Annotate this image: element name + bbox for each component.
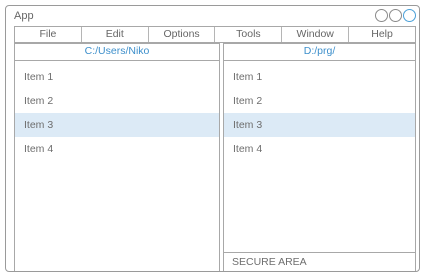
list-item[interactable]: Item 1 <box>15 65 219 89</box>
title-bar: App <box>6 6 419 26</box>
menu-bar: File Edit Options Tools Window Help <box>14 26 416 43</box>
list-item[interactable]: Item 2 <box>15 89 219 113</box>
app-title: App <box>14 10 34 22</box>
list-item-selected[interactable]: Item 3 <box>15 113 219 137</box>
menu-item-edit[interactable]: Edit <box>82 27 149 42</box>
list-item[interactable]: Item 1 <box>224 65 415 89</box>
left-file-list: Item 1 Item 2 Item 3 Item 4 <box>15 65 219 161</box>
maximize-circle-icon[interactable] <box>389 9 402 22</box>
list-item[interactable]: Item 4 <box>15 137 219 161</box>
app-window: App File Edit Options Tools Window Help … <box>5 5 420 272</box>
menu-item-tools[interactable]: Tools <box>215 27 283 42</box>
close-circle-icon[interactable] <box>403 9 416 22</box>
menu-item-help[interactable]: Help <box>349 27 415 42</box>
list-item[interactable]: Item 4 <box>224 137 415 161</box>
window-controls <box>375 9 416 22</box>
right-file-pane: D:/prg/ Item 1 Item 2 Item 3 Item 4 SECU… <box>223 43 416 271</box>
menu-item-options[interactable]: Options <box>149 27 216 42</box>
list-item-selected[interactable]: Item 3 <box>224 113 415 137</box>
right-pane-path[interactable]: D:/prg/ <box>224 44 415 61</box>
menu-item-window[interactable]: Window <box>282 27 350 42</box>
left-file-pane: C:/Users/Niko Item 1 Item 2 Item 3 Item … <box>14 43 220 271</box>
list-item[interactable]: Item 2 <box>224 89 415 113</box>
menu-item-file[interactable]: File <box>15 27 82 42</box>
left-pane-path[interactable]: C:/Users/Niko <box>15 44 219 61</box>
right-file-list: Item 1 Item 2 Item 3 Item 4 <box>224 65 415 161</box>
secure-area-status: SECURE AREA <box>224 252 415 271</box>
minimize-circle-icon[interactable] <box>375 9 388 22</box>
